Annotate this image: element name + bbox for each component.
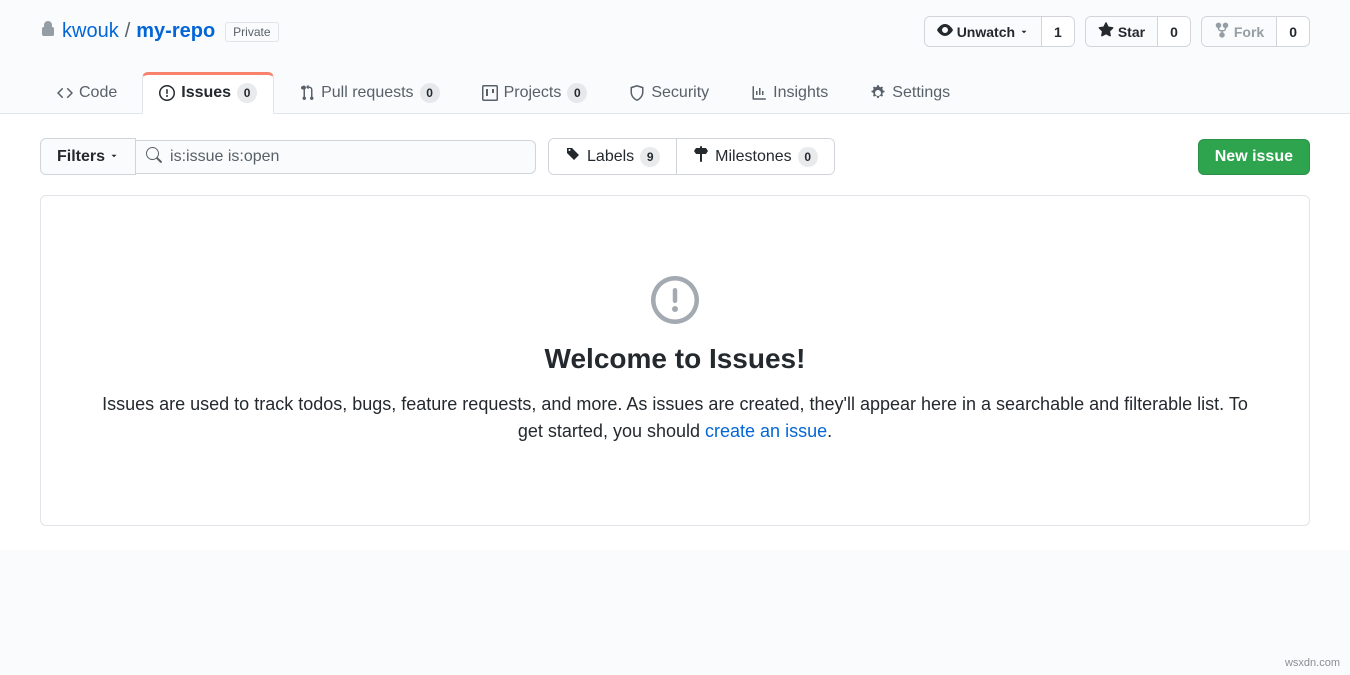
- new-issue-button[interactable]: New issue: [1198, 139, 1310, 175]
- filters-label: Filters: [57, 148, 105, 166]
- breadcrumb: kwouk / my-repo Private: [40, 20, 279, 43]
- labels-button[interactable]: Labels 9: [549, 139, 676, 174]
- tab-issues-label: Issues: [181, 84, 231, 102]
- fork-group: Fork 0: [1201, 16, 1310, 47]
- issue-icon: [159, 85, 175, 101]
- labels-count: 9: [640, 147, 660, 167]
- tab-projects-label: Projects: [504, 84, 562, 102]
- milestones-button[interactable]: Milestones 0: [676, 139, 833, 174]
- project-icon: [482, 85, 498, 101]
- lock-icon: [40, 20, 56, 43]
- caret-down-icon: [109, 148, 119, 166]
- repo-tabs: Code Issues 0 Pull requests 0 Projects 0…: [40, 71, 1310, 113]
- watermark: wsxdn.com: [1285, 657, 1340, 669]
- issue-large-icon: [101, 276, 1249, 327]
- star-icon: [1098, 22, 1114, 41]
- filters-button[interactable]: Filters: [40, 138, 136, 175]
- search-input[interactable]: [136, 140, 536, 174]
- graph-icon: [751, 85, 767, 101]
- tab-settings[interactable]: Settings: [853, 72, 967, 114]
- blankslate-body: Issues are used to track todos, bugs, fe…: [101, 391, 1249, 445]
- caret-down-icon: [1019, 24, 1029, 40]
- milestones-count: 0: [798, 147, 818, 167]
- tab-security[interactable]: Security: [612, 72, 726, 114]
- tab-insights-label: Insights: [773, 84, 828, 102]
- privacy-badge: Private: [225, 22, 278, 42]
- milestone-icon: [693, 146, 709, 167]
- gear-icon: [870, 85, 886, 101]
- star-group: Star 0: [1085, 16, 1191, 47]
- fork-button: Fork: [1202, 17, 1276, 46]
- breadcrumb-separator: /: [125, 20, 131, 43]
- tab-insights[interactable]: Insights: [734, 72, 845, 114]
- shield-icon: [629, 85, 645, 101]
- tab-projects[interactable]: Projects 0: [465, 72, 605, 114]
- tab-pulls[interactable]: Pull requests 0: [282, 72, 457, 114]
- tab-code[interactable]: Code: [40, 72, 134, 114]
- pull-request-icon: [299, 85, 315, 101]
- eye-icon: [937, 22, 953, 41]
- star-label: Star: [1118, 24, 1145, 40]
- unwatch-label: Unwatch: [957, 24, 1015, 40]
- star-button[interactable]: Star: [1086, 17, 1157, 46]
- blankslate-text-b: .: [827, 421, 832, 441]
- tab-security-label: Security: [651, 84, 709, 102]
- tab-settings-label: Settings: [892, 84, 950, 102]
- labels-label: Labels: [587, 148, 634, 166]
- code-icon: [57, 85, 73, 101]
- tab-issues-count: 0: [237, 83, 257, 103]
- repo-link[interactable]: my-repo: [136, 20, 215, 43]
- fork-count[interactable]: 0: [1276, 17, 1309, 46]
- tab-pulls-count: 0: [420, 83, 440, 103]
- tag-icon: [565, 146, 581, 167]
- watch-group: Unwatch 1: [924, 16, 1075, 47]
- blankslate-text-a: Issues are used to track todos, bugs, fe…: [102, 394, 1248, 441]
- milestones-label: Milestones: [715, 148, 791, 166]
- tab-pulls-label: Pull requests: [321, 84, 414, 102]
- owner-link[interactable]: kwouk: [62, 20, 119, 43]
- fork-icon: [1214, 22, 1230, 41]
- tab-projects-count: 0: [567, 83, 587, 103]
- fork-label: Fork: [1234, 24, 1264, 40]
- tab-issues[interactable]: Issues 0: [142, 72, 274, 114]
- watch-count[interactable]: 1: [1041, 17, 1074, 46]
- create-issue-link[interactable]: create an issue: [705, 421, 827, 441]
- star-count[interactable]: 0: [1157, 17, 1190, 46]
- search-icon: [146, 147, 162, 166]
- blankslate-title: Welcome to Issues!: [101, 343, 1249, 375]
- tab-code-label: Code: [79, 84, 117, 102]
- unwatch-button[interactable]: Unwatch: [925, 17, 1041, 46]
- blankslate: Welcome to Issues! Issues are used to tr…: [40, 195, 1310, 526]
